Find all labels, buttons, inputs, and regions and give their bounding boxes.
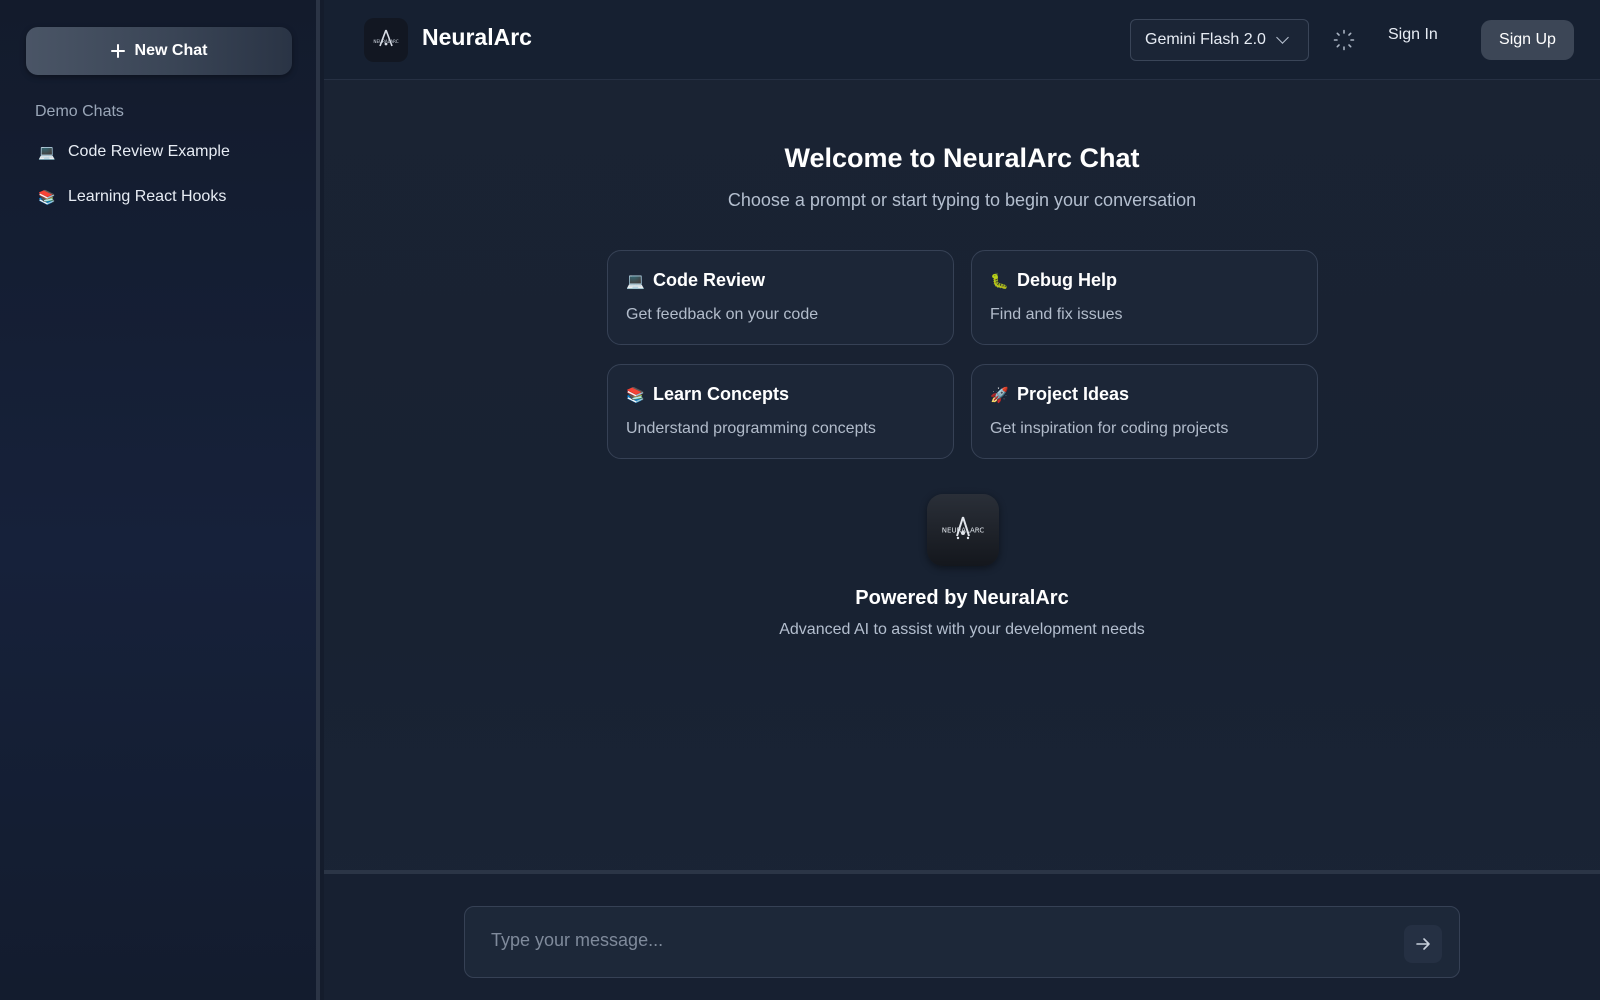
card-description: Get feedback on your code	[626, 306, 819, 323]
powered-by-subtitle: Advanced AI to assist with your developm…	[779, 621, 1145, 638]
model-selected-value: Gemini Flash 2.0	[1145, 31, 1266, 48]
powered-by-title: Powered by NeuralArc	[855, 587, 1069, 609]
card-title-text: Learn Concepts	[653, 384, 790, 404]
chevron-down-icon	[1276, 31, 1289, 44]
message-input-container	[464, 906, 1460, 978]
demo-chats-heading: Demo Chats	[35, 103, 124, 120]
new-chat-label: New Chat	[134, 42, 208, 59]
message-input[interactable]	[491, 925, 1371, 955]
welcome-subtitle: Choose a prompt or start typing to begin…	[727, 190, 1197, 210]
card-title-text: Project Ideas	[1017, 384, 1130, 404]
sidebar: New Chat Demo Chats 💻 Code Review Exampl…	[0, 0, 320, 1000]
sidebar-item-code-review-example[interactable]: 💻 Code Review Example	[38, 138, 298, 166]
card-title: 💻 Code Review	[626, 270, 765, 291]
sidebar-item-label: Code Review Example	[68, 143, 230, 160]
card-title: 🚀 Project Ideas	[990, 384, 1129, 405]
card-title: 📚 Learn Concepts	[626, 384, 789, 405]
neuralarc-large-logo: NEURALARC	[927, 494, 999, 566]
sign-up-button[interactable]: Sign Up	[1481, 20, 1574, 60]
neuralarc-logo-icon: NEURALARC	[373, 29, 399, 47]
app-root: New Chat Demo Chats 💻 Code Review Exampl…	[0, 0, 1600, 1000]
theme-toggle-sun-icon[interactable]	[1333, 29, 1355, 51]
rocket-icon: 🚀	[990, 386, 1009, 404]
neuralarc-logo-icon: NEURALARC	[942, 516, 985, 540]
card-title-text: Code Review	[653, 270, 766, 290]
books-icon: 📚	[626, 386, 645, 404]
card-description: Find and fix issues	[990, 306, 1123, 323]
composer-area	[324, 870, 1600, 1000]
prompt-card-code-review[interactable]: 💻 Code Review Get feedback on your code	[607, 250, 954, 345]
card-title-text: Debug Help	[1017, 270, 1118, 290]
new-chat-button[interactable]: New Chat	[26, 27, 292, 75]
laptop-icon: 💻	[626, 272, 645, 290]
card-description: Understand programming concepts	[626, 420, 876, 437]
arrow-right-icon	[1416, 938, 1430, 950]
brand-name: NeuralArc	[422, 24, 532, 50]
bug-icon: 🐛	[990, 272, 1009, 290]
logo-wordmark: NEURALARC	[373, 39, 398, 44]
prompt-card-learn-concepts[interactable]: 📚 Learn Concepts Understand programming …	[607, 364, 954, 459]
main-panel: NEURALARC NeuralArc Gemini Flash 2.0 Sig…	[324, 0, 1600, 1000]
books-icon: 📚	[38, 188, 56, 205]
card-description: Get inspiration for coding projects	[990, 420, 1229, 437]
welcome-title: Welcome to NeuralArc Chat	[784, 143, 1140, 173]
laptop-icon: 💻	[38, 143, 56, 160]
brand-logo[interactable]: NEURALARC	[364, 18, 408, 62]
sign-in-button[interactable]: Sign In	[1388, 26, 1438, 44]
sidebar-item-label: Learning React Hooks	[68, 188, 227, 205]
top-bar: NEURALARC NeuralArc Gemini Flash 2.0 Sig…	[324, 0, 1600, 80]
prompt-card-debug-help[interactable]: 🐛 Debug Help Find and fix issues	[971, 250, 1318, 345]
logo-wordmark: NEURALARC	[942, 527, 985, 535]
plus-icon	[110, 44, 125, 58]
sidebar-item-learning-react-hooks[interactable]: 📚 Learning React Hooks	[38, 183, 298, 211]
card-title: 🐛 Debug Help	[990, 270, 1117, 291]
model-select[interactable]: Gemini Flash 2.0	[1130, 19, 1309, 61]
prompt-card-project-ideas[interactable]: 🚀 Project Ideas Get inspiration for codi…	[971, 364, 1318, 459]
send-button[interactable]	[1404, 925, 1442, 963]
